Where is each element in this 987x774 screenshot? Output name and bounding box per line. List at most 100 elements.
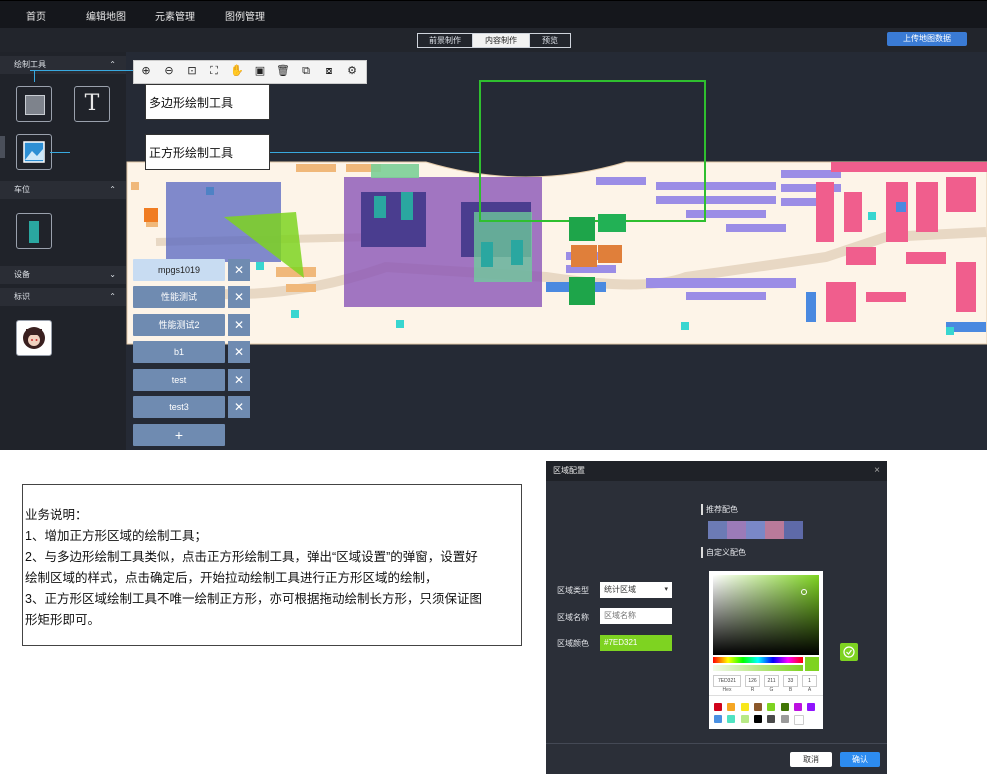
color-preview <box>805 657 819 671</box>
dialog-titlebar: 区域配置 × <box>546 461 887 481</box>
preset-swatch[interactable] <box>740 703 749 711</box>
confirm-color-button[interactable] <box>840 643 858 661</box>
fullscreen-icon[interactable]: ⛶ <box>207 64 221 78</box>
layer-item[interactable]: test3 <box>133 396 225 418</box>
fit-icon[interactable]: ⊡ <box>185 64 199 78</box>
b-label: B <box>788 687 793 693</box>
gear-icon[interactable]: ⚙ <box>345 64 359 78</box>
dialog-divider <box>546 743 887 744</box>
recommended-swatch[interactable] <box>784 521 803 539</box>
close-icon[interactable]: ✕ <box>228 286 250 308</box>
saturation-panel[interactable] <box>713 575 819 655</box>
left-panel: 绘制工具 ⌃ T 车位 ⌃ 设备 ⌄ 标识 ⌃ <box>0 52 126 450</box>
region-type-value: 统计区域 <box>604 585 636 594</box>
region-name-input[interactable] <box>600 608 672 624</box>
alpha-slider[interactable] <box>713 665 803 671</box>
chevron-up-icon: ⌃ <box>109 292 116 301</box>
a-input[interactable]: 1 <box>802 675 817 687</box>
description-title: 业务说明： <box>25 508 88 522</box>
section-title: 设备 <box>14 270 30 279</box>
upload-map-data-button[interactable]: 上传地图数据 <box>887 32 967 46</box>
recommended-swatch[interactable] <box>727 521 746 539</box>
section-draw-tools[interactable]: 绘制工具 ⌃ <box>0 56 126 74</box>
layer-item[interactable]: b1 <box>133 341 225 363</box>
polygon-tool-button[interactable] <box>16 86 52 122</box>
dialog-title: 区域配置 <box>553 466 585 475</box>
recommended-swatch[interactable] <box>746 521 765 539</box>
tab-foreground[interactable]: 前景制作 <box>417 33 473 48</box>
region-color-field[interactable]: #7ED321 <box>600 635 672 651</box>
description-line: 绘制区域的样式，点击确定后，开始拉动绘制工具进行正方形区域的绘制， <box>25 571 438 585</box>
custom-colors-label: 自定义配色 <box>701 547 746 558</box>
connector-line <box>268 152 480 153</box>
preset-swatch[interactable] <box>753 703 762 711</box>
hand-icon[interactable]: ✋ <box>230 64 244 78</box>
tab-preview[interactable]: 预览 <box>529 33 571 48</box>
close-icon[interactable]: × <box>874 461 880 481</box>
close-icon[interactable]: ✕ <box>228 314 250 336</box>
layer-item[interactable]: 性能测试2 <box>133 314 225 336</box>
nav-element-mgmt[interactable]: 元素管理 <box>155 8 195 23</box>
preset-swatch[interactable] <box>714 715 722 723</box>
section-title: 绘制工具 <box>14 60 46 69</box>
image-icon <box>23 141 45 163</box>
preset-swatch[interactable] <box>793 703 802 711</box>
recommended-swatch[interactable] <box>765 521 784 539</box>
description-line: 2、与多边形绘制工具类似，点击正方形绘制工具，弹出“区域设置”的弹窗，设置好 <box>25 550 478 564</box>
b-input[interactable]: 33 <box>783 675 798 687</box>
preset-swatch[interactable] <box>753 715 762 723</box>
close-icon[interactable]: ✕ <box>228 369 250 391</box>
region-type-select[interactable]: 统计区域 ▾ <box>600 582 672 598</box>
close-icon[interactable]: ✕ <box>228 341 250 363</box>
preset-swatch[interactable] <box>727 703 736 711</box>
map-toolbar: ⊕ ⊖ ⊡ ⛶ ✋ ▣ 🗑 ⧉ ⧇ ⚙ <box>133 60 367 84</box>
layer-settings-icon[interactable]: ⧇ <box>322 64 336 78</box>
preset-swatch[interactable] <box>727 715 736 723</box>
section-parking[interactable]: 车位 ⌃ <box>0 181 126 199</box>
recommended-colors-label: 推荐配色 <box>701 504 738 515</box>
recommended-swatch[interactable] <box>708 521 727 539</box>
panel-marker <box>0 136 5 158</box>
preset-swatch[interactable] <box>793 715 804 725</box>
sign-item[interactable] <box>16 320 52 356</box>
preset-swatch[interactable] <box>780 703 789 711</box>
zoom-in-icon[interactable]: ⊕ <box>139 64 153 78</box>
hex-input[interactable]: 7ED321 <box>713 675 741 687</box>
preset-swatch[interactable] <box>767 703 776 711</box>
zoom-out-icon[interactable]: ⊖ <box>162 64 176 78</box>
nav-edit-map[interactable]: 编辑地图 <box>86 8 126 23</box>
check-icon <box>843 646 855 658</box>
layer-item[interactable]: test <box>133 369 225 391</box>
parking-space-tool[interactable] <box>16 213 52 249</box>
hue-slider[interactable] <box>713 657 803 663</box>
cancel-button[interactable]: 取消 <box>790 752 832 767</box>
g-label: G <box>769 687 774 693</box>
rectangle-tool-button[interactable] <box>16 134 52 170</box>
tab-content[interactable]: 内容制作 <box>472 33 530 48</box>
g-input[interactable]: 211 <box>764 675 779 687</box>
preset-swatch[interactable] <box>740 715 749 723</box>
preset-swatch[interactable] <box>807 703 816 711</box>
layer-item[interactable]: mpgs1019 <box>133 259 225 281</box>
preset-swatch[interactable] <box>714 703 722 711</box>
copy-icon[interactable]: ⧉ <box>299 64 313 78</box>
save-icon[interactable]: ▣ <box>253 64 267 78</box>
text-tool-button[interactable]: T <box>74 86 110 122</box>
r-input[interactable]: 126 <box>745 675 760 687</box>
layer-item[interactable]: 性能测试 <box>133 286 225 308</box>
preset-swatch[interactable] <box>767 715 776 723</box>
top-nav: 首页 编辑地图 元素管理 图例管理 <box>0 0 987 29</box>
saturation-cursor[interactable] <box>801 589 807 595</box>
close-icon[interactable]: ✕ <box>228 396 250 418</box>
nav-legend-mgmt[interactable]: 图例管理 <box>225 8 265 23</box>
nav-home[interactable]: 首页 <box>26 8 46 23</box>
section-device[interactable]: 设备 ⌄ <box>0 266 126 284</box>
business-description: 业务说明： 1、增加正方形区域的绘制工具； 2、与多边形绘制工具类似，点击正方形… <box>22 484 522 646</box>
region-name-label: 区域名称 <box>557 613 589 622</box>
preset-swatch[interactable] <box>780 715 789 723</box>
ok-button[interactable]: 确认 <box>840 752 880 767</box>
add-layer-button[interactable]: + <box>133 424 225 446</box>
section-sign[interactable]: 标识 ⌃ <box>0 288 126 306</box>
delete-icon[interactable]: 🗑 <box>276 64 290 78</box>
close-icon[interactable]: ✕ <box>228 259 250 281</box>
